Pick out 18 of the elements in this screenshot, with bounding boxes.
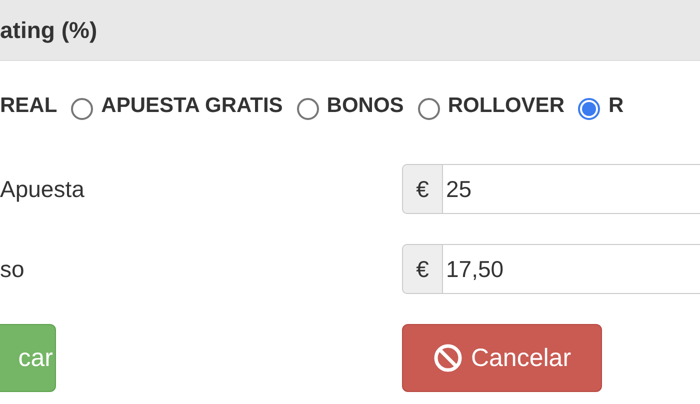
field-label: Apuesta	[0, 176, 84, 202]
radio-button[interactable]	[71, 98, 94, 120]
currency-addon: €	[402, 244, 442, 294]
cancel-button[interactable]: Cancelar	[402, 324, 602, 392]
radio-button[interactable]	[296, 98, 319, 120]
panel-title: ating (%)	[0, 16, 98, 44]
radio-label[interactable]: R	[608, 94, 624, 118]
input-field[interactable]: 17,50	[442, 244, 700, 294]
radio-button[interactable]	[418, 98, 440, 120]
currency-addon: €	[402, 164, 442, 214]
radio-label[interactable]: APUESTA GRATIS	[101, 94, 283, 118]
radio-label[interactable]: REAL	[0, 94, 58, 118]
radio-button[interactable]	[578, 98, 600, 120]
prohibited-icon	[432, 343, 463, 373]
input-field[interactable]: 25	[442, 164, 700, 214]
field-label: so	[0, 256, 24, 282]
radio-label[interactable]: BONOS	[326, 94, 404, 118]
radio-label[interactable]: ROLLOVER	[448, 94, 564, 118]
